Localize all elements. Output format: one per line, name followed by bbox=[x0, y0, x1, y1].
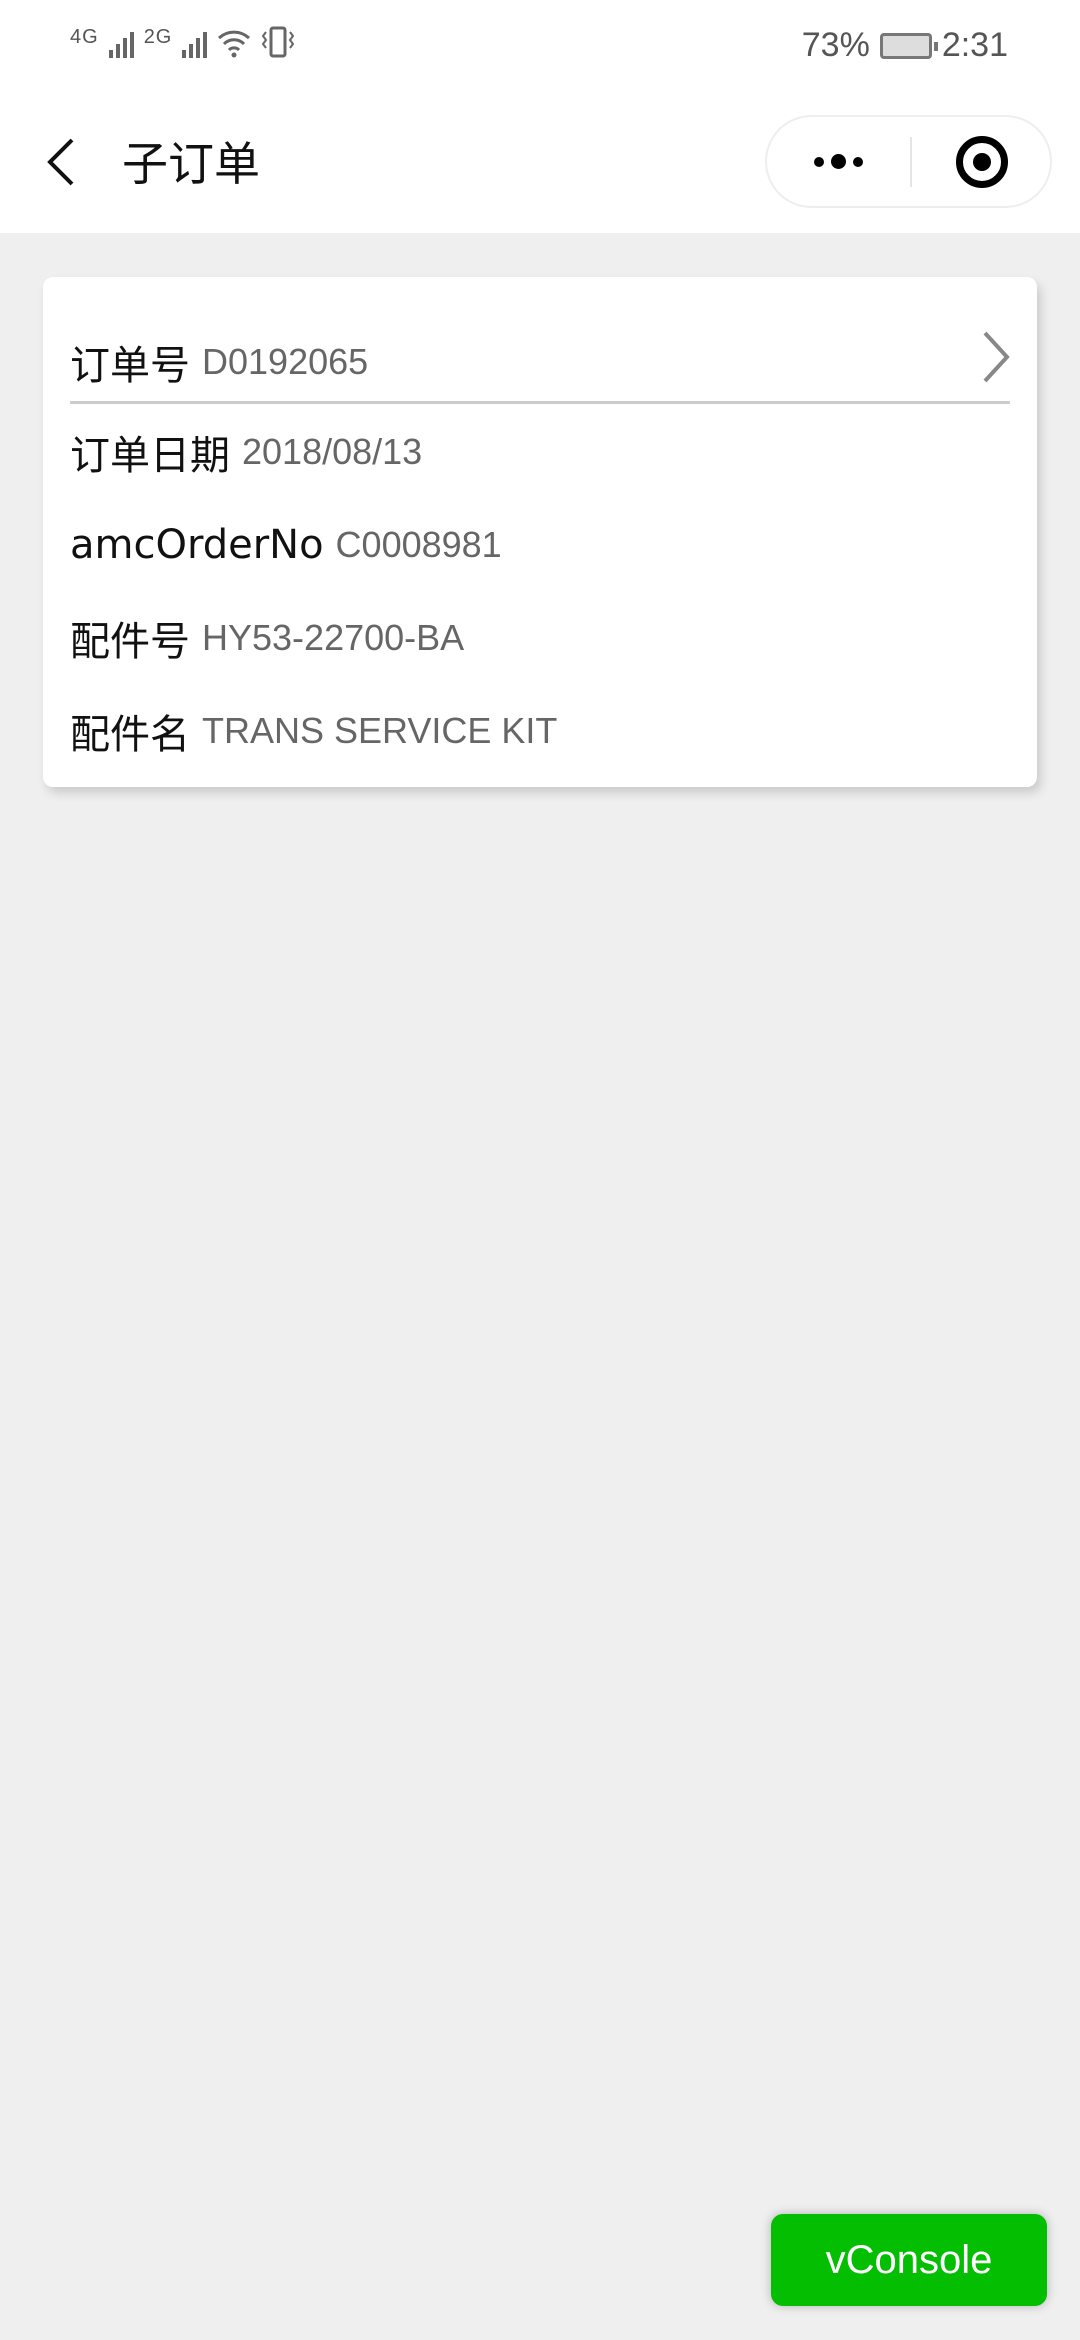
order-number-row[interactable]: 订单号 D0192065 bbox=[70, 322, 1010, 402]
dot bbox=[853, 156, 863, 167]
amc-order-label: amcOrderNo bbox=[70, 522, 324, 568]
network-4g-label: 4G bbox=[70, 26, 99, 48]
signal-icon bbox=[182, 28, 208, 58]
part-name-value: TRANS SERVICE KIT bbox=[202, 710, 558, 751]
page-title: 子订单 bbox=[122, 137, 260, 191]
chevron-right-icon[interactable] bbox=[977, 327, 1017, 387]
order-number-label: 订单号 bbox=[70, 343, 190, 389]
order-number-value: D0192065 bbox=[202, 341, 369, 382]
part-name-label: 配件名 bbox=[70, 712, 190, 758]
part-number-row: 配件号 HY53-22700-BA bbox=[70, 598, 1010, 678]
back-arrow-icon[interactable] bbox=[40, 132, 90, 192]
network-2g-label: 2G bbox=[143, 26, 173, 48]
vconsole-button[interactable]: vConsole bbox=[771, 2214, 1047, 2306]
battery-icon bbox=[879, 32, 938, 59]
part-number-label: 配件号 bbox=[70, 619, 190, 665]
signal-icon bbox=[108, 28, 134, 58]
vibrate-icon bbox=[262, 26, 295, 58]
nav-bar: 子订单 bbox=[0, 92, 1080, 233]
order-date-value: 2018/08/13 bbox=[242, 431, 423, 472]
wifi-icon bbox=[218, 30, 251, 58]
more-button[interactable] bbox=[767, 117, 910, 206]
part-number-value: HY53-22700-BA bbox=[202, 617, 465, 658]
order-date-row: 订单日期 2018/08/13 bbox=[70, 412, 1010, 492]
divider bbox=[70, 401, 1010, 404]
miniprogram-capsule bbox=[765, 115, 1052, 208]
amc-order-row: amcOrderNo C0008981 bbox=[70, 505, 1010, 585]
order-card: 订单号 D0192065 订单日期 2018/08/13 amcOrderNo … bbox=[43, 277, 1037, 787]
clock: 2:31 bbox=[941, 26, 1008, 64]
close-miniprogram-button[interactable] bbox=[912, 117, 1052, 206]
status-bar: 4G 2G 73% 2:31 bbox=[0, 0, 1080, 92]
battery-percent: 73% bbox=[801, 26, 870, 64]
dot bbox=[814, 156, 824, 167]
amc-order-value: C0008981 bbox=[335, 524, 502, 565]
target-icon bbox=[956, 135, 1008, 188]
order-date-label: 订单日期 bbox=[70, 433, 230, 479]
dot bbox=[831, 154, 846, 169]
part-name-row: 配件名 TRANS SERVICE KIT bbox=[70, 691, 1010, 771]
status-icons: 4G 2G bbox=[70, 26, 295, 58]
